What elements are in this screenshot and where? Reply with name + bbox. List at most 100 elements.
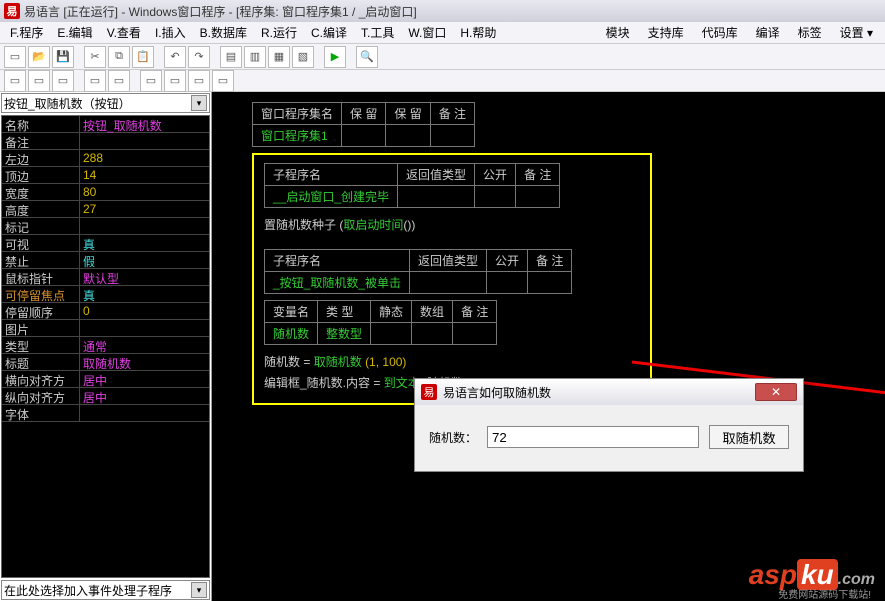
menu-edit[interactable]: E.编辑	[51, 22, 98, 43]
event-selector[interactable]: 在此处选择加入事件处理子程序 ▾	[1, 580, 210, 600]
tb-run[interactable]: ▶	[324, 46, 346, 68]
tb2-a[interactable]: ▭	[4, 70, 26, 92]
get-random-button[interactable]: 取随机数	[709, 425, 789, 449]
property-key: 横向对齐方式	[2, 371, 80, 387]
tb-redo[interactable]: ↷	[188, 46, 210, 68]
property-key: 禁止	[2, 252, 80, 268]
property-key: 高度	[2, 201, 80, 217]
property-row[interactable]: 停留顺序0	[2, 303, 209, 320]
tb-layout2[interactable]: ▥	[244, 46, 266, 68]
property-row[interactable]: 高度27	[2, 201, 209, 218]
property-row[interactable]: 宽度80	[2, 184, 209, 201]
property-row[interactable]: 标记	[2, 218, 209, 235]
tb-layout3[interactable]: ▦	[268, 46, 290, 68]
property-value[interactable]: 取随机数	[80, 354, 209, 370]
tb2-b[interactable]: ▭	[28, 70, 50, 92]
menu-run[interactable]: R.运行	[255, 22, 303, 43]
col-reserved2: 保 留	[386, 103, 430, 125]
tb2-i[interactable]: ▭	[212, 70, 234, 92]
dialog-close-button[interactable]: ✕	[755, 383, 797, 401]
dialog-titlebar[interactable]: 易 易语言如何取随机数 ✕	[415, 379, 803, 405]
property-row[interactable]: 名称按钮_取随机数	[2, 116, 209, 133]
tb2-h[interactable]: ▭	[188, 70, 210, 92]
random-input[interactable]	[487, 426, 699, 448]
property-value[interactable]	[80, 405, 209, 421]
tb2-e[interactable]: ▭	[108, 70, 130, 92]
property-row[interactable]: 标题取随机数	[2, 354, 209, 371]
property-row[interactable]: 可停留焦点真	[2, 286, 209, 303]
code-editor[interactable]: 窗口程序集名 保 留 保 留 备 注 窗口程序集1 子程序名 返回值类型 公开 …	[212, 92, 885, 601]
toolbar-secondary: ▭ ▭ ▭ ▭ ▭ ▭ ▭ ▭ ▭	[0, 70, 885, 92]
col-subname: 子程序名	[265, 250, 410, 272]
property-row[interactable]: 字体	[2, 405, 209, 422]
menu-view[interactable]: V.查看	[101, 22, 147, 43]
tb-undo[interactable]: ↶	[164, 46, 186, 68]
property-key: 图片	[2, 320, 80, 336]
menu-tools[interactable]: T.工具	[355, 22, 400, 43]
property-value[interactable]: 真	[80, 286, 209, 302]
col-remark: 备 注	[453, 301, 497, 323]
property-row[interactable]: 类型通常	[2, 337, 209, 354]
properties-panel: 按钮_取随机数（按钮） ▾ 名称按钮_取随机数备注左边288顶边14宽度80高度…	[0, 92, 212, 601]
property-row[interactable]: 鼠标指针默认型	[2, 269, 209, 286]
property-value[interactable]: 真	[80, 235, 209, 251]
property-value[interactable]: 0	[80, 303, 209, 319]
dropdown-arrow-icon[interactable]: ▾	[191, 95, 207, 111]
property-value[interactable]: 假	[80, 252, 209, 268]
tb-save[interactable]: 💾	[52, 46, 74, 68]
property-value[interactable]: 288	[80, 150, 209, 166]
property-value[interactable]: 27	[80, 201, 209, 217]
col-remark: 备 注	[430, 103, 474, 125]
tb-cut[interactable]: ✂	[84, 46, 106, 68]
property-grid[interactable]: 名称按钮_取随机数备注左边288顶边14宽度80高度27标记可视真禁止假鼠标指针…	[1, 115, 210, 578]
menu-settings[interactable]: 设置 ▾	[832, 22, 881, 43]
property-row[interactable]: 纵向对齐方式居中	[2, 388, 209, 405]
menu-compile[interactable]: C.编译	[305, 22, 353, 43]
property-row[interactable]: 顶边14	[2, 167, 209, 184]
tb2-c[interactable]: ▭	[52, 70, 74, 92]
tb2-g[interactable]: ▭	[164, 70, 186, 92]
property-value[interactable]: 居中	[80, 371, 209, 387]
menu-compile2[interactable]: 编译	[748, 22, 788, 43]
property-value[interactable]: 居中	[80, 388, 209, 404]
property-value[interactable]	[80, 133, 209, 149]
tb-copy[interactable]: ⧉	[108, 46, 130, 68]
property-row[interactable]: 图片	[2, 320, 209, 337]
tb-find[interactable]: 🔍	[356, 46, 378, 68]
menu-code-lib[interactable]: 代码库	[694, 22, 746, 43]
menu-tags[interactable]: 标签	[790, 22, 830, 43]
property-value[interactable]	[80, 320, 209, 336]
property-row[interactable]: 禁止假	[2, 252, 209, 269]
tb-paste[interactable]: 📋	[132, 46, 154, 68]
col-array: 数组	[412, 301, 453, 323]
property-row[interactable]: 备注	[2, 133, 209, 150]
menu-module[interactable]: 模块	[598, 22, 638, 43]
property-row[interactable]: 横向对齐方式居中	[2, 371, 209, 388]
object-selector[interactable]: 按钮_取随机数（按钮） ▾	[1, 93, 210, 113]
menu-program[interactable]: F.程序	[4, 22, 49, 43]
tb-layout1[interactable]: ▤	[220, 46, 242, 68]
dropdown-arrow-icon[interactable]: ▾	[191, 582, 207, 598]
property-value[interactable]: 按钮_取随机数	[80, 116, 209, 132]
property-row[interactable]: 左边288	[2, 150, 209, 167]
tb2-d[interactable]: ▭	[84, 70, 106, 92]
property-value[interactable]: 通常	[80, 337, 209, 353]
property-value[interactable]: 默认型	[80, 269, 209, 285]
property-value[interactable]: 80	[80, 184, 209, 200]
var-type: 整数型	[318, 323, 371, 345]
menu-help[interactable]: H.帮助	[454, 22, 502, 43]
menu-support-lib[interactable]: 支持库	[640, 22, 692, 43]
menu-insert[interactable]: I.插入	[149, 22, 192, 43]
tb2-f[interactable]: ▭	[140, 70, 162, 92]
property-value[interactable]	[80, 218, 209, 234]
property-row[interactable]: 可视真	[2, 235, 209, 252]
col-set-name: 窗口程序集名	[253, 103, 342, 125]
menu-database[interactable]: B.数据库	[194, 22, 253, 43]
menu-window[interactable]: W.窗口	[402, 22, 452, 43]
tb-layout4[interactable]: ▧	[292, 46, 314, 68]
col-reserved1: 保 留	[342, 103, 386, 125]
tb-open[interactable]: 📂	[28, 46, 50, 68]
tb-new[interactable]: ▭	[4, 46, 26, 68]
var-table: 变量名 类 型 静态 数组 备 注 随机数 整数型	[264, 300, 497, 345]
property-value[interactable]: 14	[80, 167, 209, 183]
